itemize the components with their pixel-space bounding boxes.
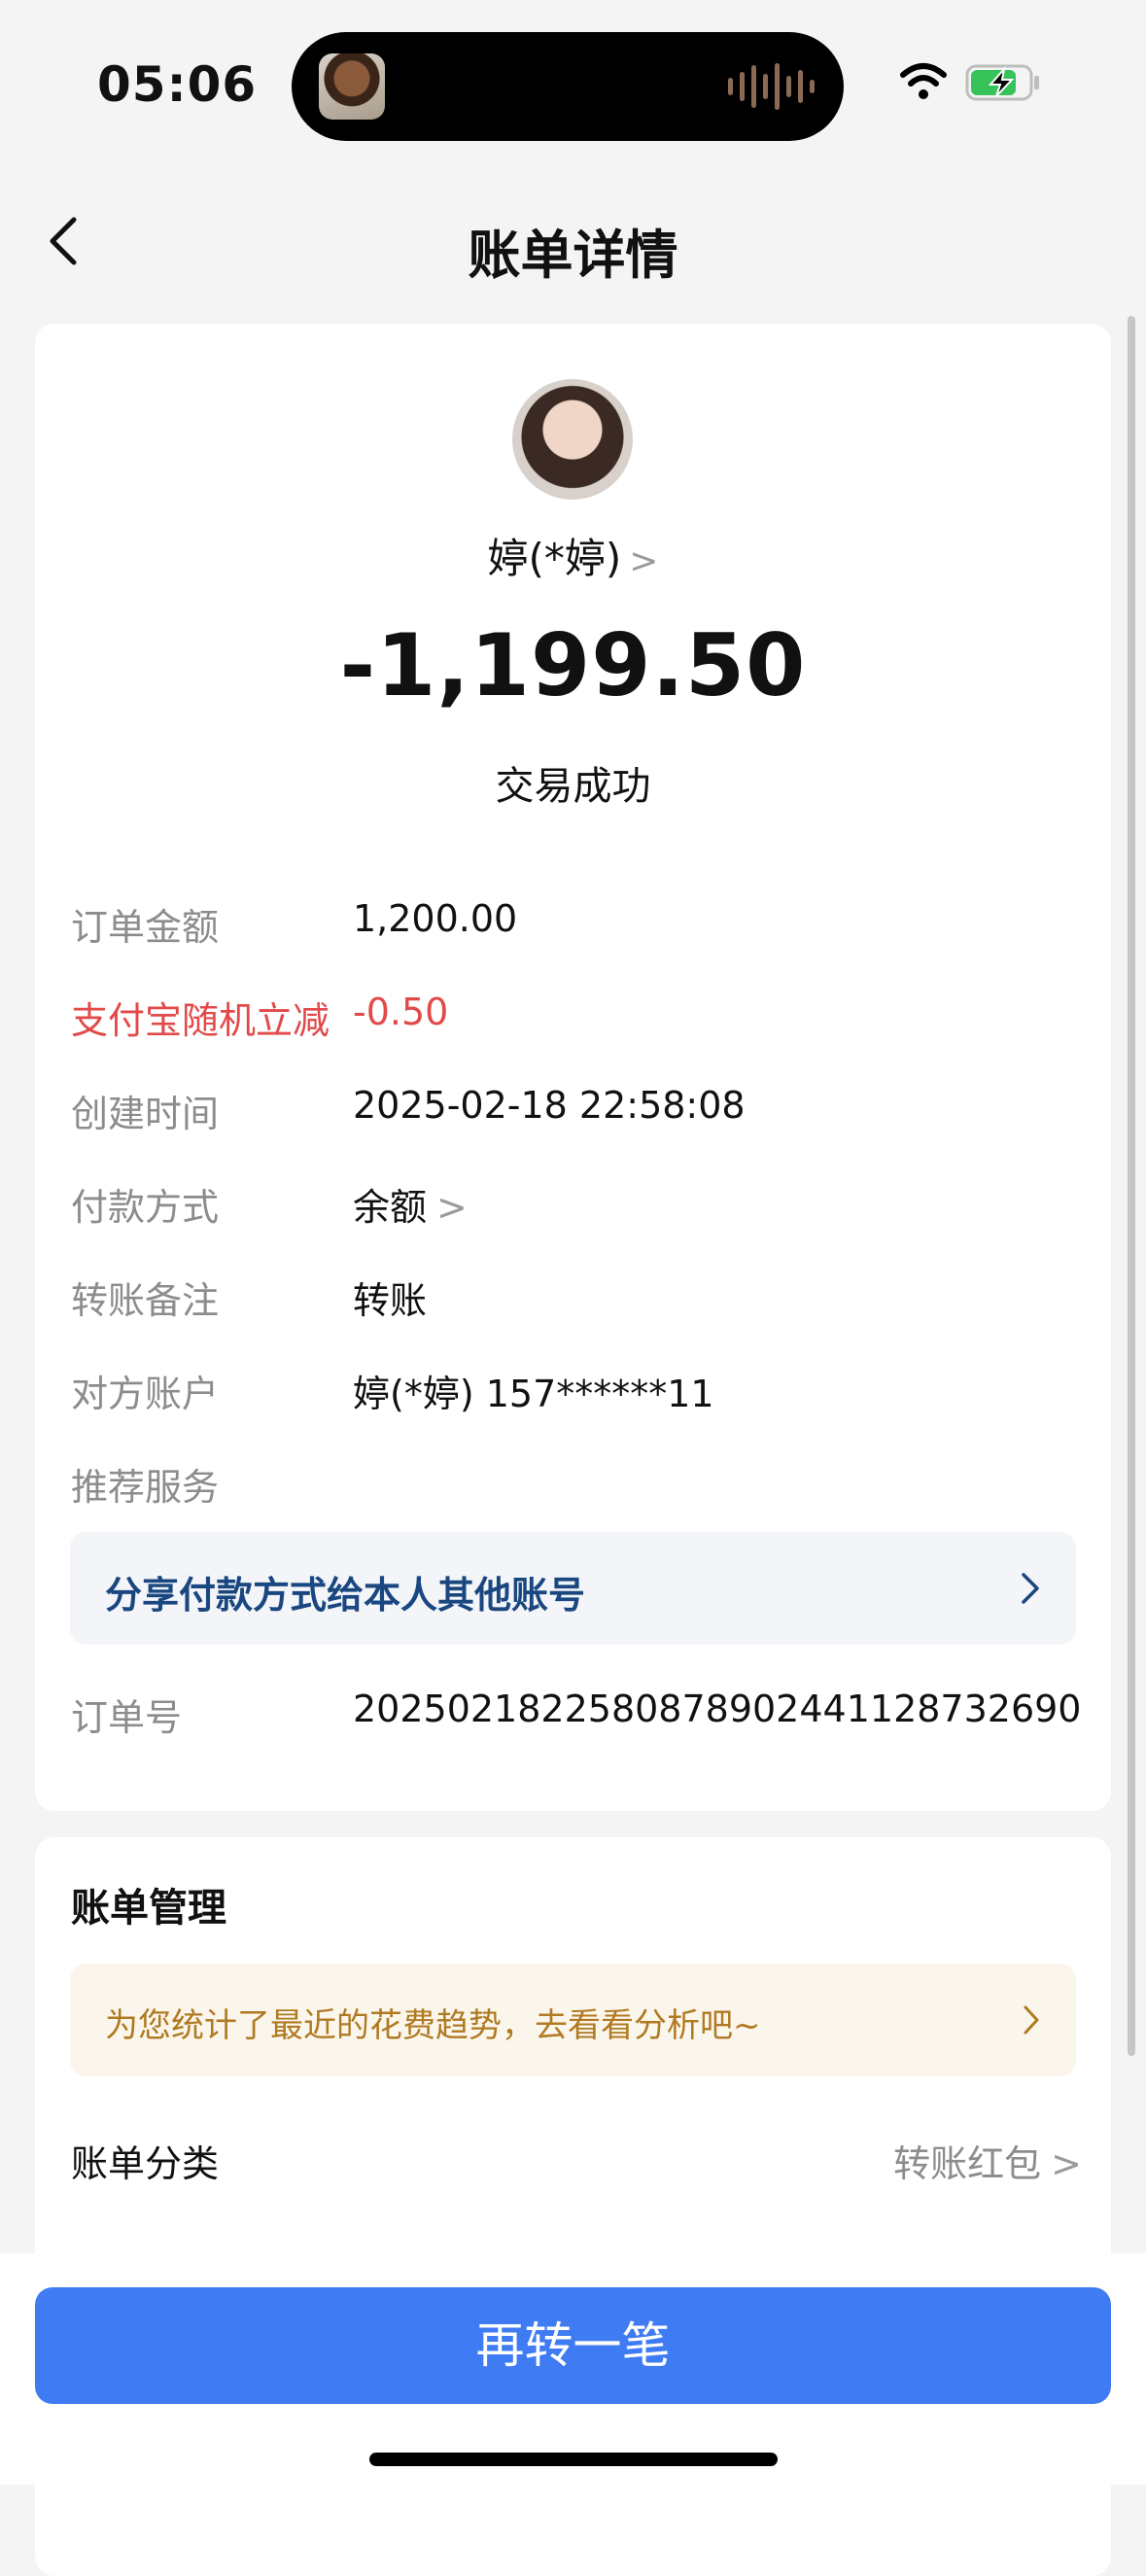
detail-label: 付款方式 (71, 1186, 220, 1229)
chevron-right-icon: > (629, 541, 659, 581)
trend-banner-text: 为您统计了最近的花费趋势，去看看分析吧~ (105, 2006, 761, 2045)
detail-row-created-time: 创建时间 2025-02-18 22:58:08 (71, 1084, 1082, 1142)
transaction-status: 交易成功 (495, 764, 651, 809)
payment-method-link[interactable]: 余额 > (353, 1177, 468, 1231)
now-playing-artwork (319, 53, 385, 120)
detail-value: 婷(*婷) 157******11 (353, 1373, 714, 1415)
bottom-action-bar: 再转一笔 (0, 2253, 1146, 2485)
transfer-again-button[interactable]: 再转一笔 (35, 2287, 1111, 2404)
detail-label: 对方账户 (71, 1373, 220, 1415)
wifi-icon (900, 63, 947, 99)
detail-label: 创建时间 (71, 1093, 220, 1135)
chevron-right-icon (1022, 1573, 1039, 1604)
dynamic-island[interactable] (292, 32, 844, 141)
status-bar: 05:06 (0, 0, 1146, 165)
category-label: 账单分类 (71, 2142, 220, 2185)
page-title: 账单详情 (468, 225, 678, 286)
home-indicator[interactable] (369, 2453, 778, 2466)
chevron-right-icon: > (1051, 2142, 1082, 2185)
order-number: 2025021822580878902441128732690 (353, 1688, 1082, 1730)
detail-value: 1,200.00 (353, 897, 518, 940)
transaction-amount: -1,199.50 (339, 615, 807, 715)
share-payment-method-banner[interactable]: 分享付款方式给本人其他账号 (70, 1532, 1076, 1645)
payee-avatar[interactable] (512, 379, 633, 500)
detail-row-counterparty-account: 对方账户 婷(*婷) 157******11 (71, 1364, 1082, 1422)
chevron-right-icon (1024, 2005, 1039, 2035)
detail-value: 余额 (353, 1186, 428, 1229)
detail-row-order-amount: 订单金额 1,200.00 (71, 897, 1082, 956)
chevron-right-icon: > (436, 1186, 468, 1229)
detail-label: 推荐服务 (71, 1466, 220, 1509)
payee-name: 婷(*婷) (487, 535, 622, 582)
detail-label: 订单金额 (71, 906, 220, 949)
detail-row-random-discount: 支付宝随机立减 -0.50 (71, 991, 1082, 1049)
detail-row-recommended-service: 推荐服务 (71, 1457, 1082, 1515)
category-value-link[interactable]: 转账红包 > (893, 2134, 1082, 2187)
payee-name-link[interactable]: 婷(*婷) > (35, 526, 1111, 585)
scrollbar[interactable] (1128, 316, 1135, 2056)
detail-label: 转账备注 (71, 1279, 220, 1322)
detail-value: 2025-02-18 22:58:08 (353, 1084, 746, 1127)
detail-label: 订单号 (71, 1696, 183, 1739)
audio-waveform-icon (728, 63, 815, 110)
section-title: 账单管理 (71, 1886, 226, 1931)
detail-value: 转账 (353, 1279, 428, 1322)
nav-bar: 账单详情 (0, 185, 1146, 301)
share-banner-text: 分享付款方式给本人其他账号 (105, 1574, 586, 1617)
category-value: 转账红包 (893, 2142, 1042, 2185)
detail-row-order-number: 订单号 2025021822580878902441128732690 (71, 1688, 1082, 1746)
detail-row-payment-method[interactable]: 付款方式 余额 > (71, 1177, 1082, 1236)
bill-detail-card: 婷(*婷) > -1,199.50 交易成功 订单金额 1,200.00 支付宝随… (35, 324, 1111, 1811)
status-time: 05:06 (97, 56, 258, 113)
detail-value: -0.50 (353, 991, 449, 1033)
detail-label: 支付宝随机立减 (71, 999, 330, 1042)
detail-row-transfer-note: 转账备注 转账 (71, 1271, 1082, 1329)
spending-trend-banner[interactable]: 为您统计了最近的花费趋势，去看看分析吧~ (70, 1964, 1076, 2076)
battery-charging-icon (965, 64, 1039, 101)
